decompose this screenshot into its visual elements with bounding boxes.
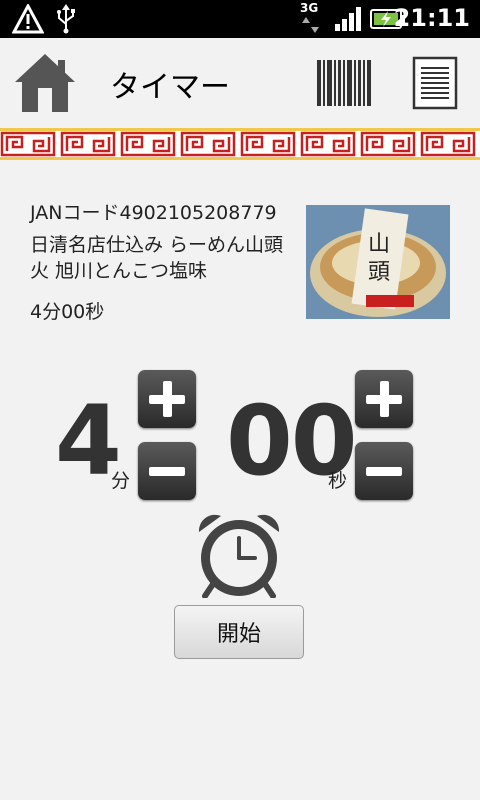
ramen-pattern-icon: [0, 131, 476, 157]
header: タイマー: [0, 38, 480, 128]
seconds-minus-button[interactable]: [355, 442, 413, 500]
data-arrows-icon: [302, 17, 319, 33]
seconds-plus-button[interactable]: [355, 370, 413, 428]
list-icon[interactable]: [412, 56, 458, 110]
jan-code: JANコード4902105208779: [30, 202, 277, 224]
minus-icon: [149, 467, 185, 476]
minutes-minus-button[interactable]: [138, 442, 196, 500]
usb-icon: [57, 4, 75, 34]
start-button[interactable]: 開始: [174, 605, 304, 659]
product-name: 日清名店仕込み らーめん山頭火 旭川とんこつ塩味: [30, 234, 284, 282]
svg-text:山: 山: [368, 232, 390, 257]
minus-icon: [366, 467, 402, 476]
status-bar: 3G 21:11: [0, 0, 480, 38]
barcode-icon[interactable]: [315, 58, 373, 108]
signal-icon: [335, 7, 361, 31]
minutes-plus-button[interactable]: [138, 370, 196, 428]
ornament-band: [0, 128, 480, 160]
minutes-unit: 分: [111, 470, 131, 492]
product-time: 4分00秒: [30, 301, 105, 323]
status-time: 21:11: [393, 4, 470, 32]
home-icon[interactable]: [14, 52, 76, 114]
page-title: タイマー: [110, 70, 230, 105]
svg-text:頭: 頭: [368, 260, 390, 285]
product-image: 山 頭: [306, 205, 450, 319]
plus-icon-vertical: [163, 381, 172, 417]
alarm-clock-icon: [198, 514, 280, 598]
seconds-unit: 秒: [328, 470, 348, 492]
plus-icon-vertical: [380, 381, 389, 417]
warning-icon: [12, 4, 44, 34]
network-type: 3G: [300, 1, 319, 15]
